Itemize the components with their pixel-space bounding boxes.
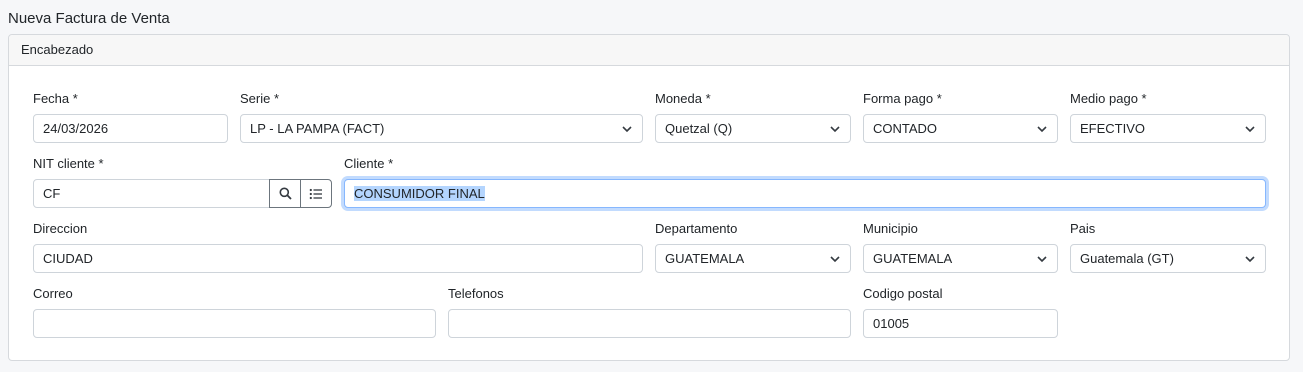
forma-pago-value: CONTADO bbox=[873, 121, 938, 136]
departamento-select[interactable]: GUATEMALA bbox=[655, 244, 851, 273]
page-title: Nueva Factura de Venta bbox=[8, 10, 170, 27]
list-icon bbox=[309, 188, 322, 199]
pais-select[interactable]: Guatemala (GT) bbox=[1070, 244, 1266, 273]
fecha-label: Fecha * bbox=[33, 91, 78, 106]
list-button[interactable] bbox=[300, 179, 332, 208]
medio-pago-value: EFECTIVO bbox=[1080, 121, 1146, 136]
municipio-label: Municipio bbox=[863, 221, 918, 236]
codigo-postal-label: Codigo postal bbox=[863, 286, 943, 301]
serie-label: Serie * bbox=[240, 91, 280, 106]
nit-label: NIT cliente * bbox=[33, 156, 104, 171]
chevron-down-icon bbox=[830, 126, 840, 133]
direccion-input[interactable]: CIUDAD bbox=[33, 244, 643, 273]
moneda-select[interactable]: Quetzal (Q) bbox=[655, 114, 851, 143]
chevron-down-icon bbox=[1245, 256, 1255, 263]
medio-pago-select[interactable]: EFECTIVO bbox=[1070, 114, 1266, 143]
departamento-value: GUATEMALA bbox=[665, 251, 745, 266]
pais-value: Guatemala (GT) bbox=[1080, 251, 1174, 266]
cliente-label: Cliente * bbox=[344, 156, 394, 171]
medio-pago-label: Medio pago * bbox=[1070, 91, 1147, 106]
section-header: Encabezado bbox=[9, 35, 1289, 66]
moneda-label: Moneda * bbox=[655, 91, 711, 106]
chevron-down-icon bbox=[1245, 126, 1255, 133]
cliente-input[interactable]: CONSUMIDOR FINAL bbox=[344, 179, 1266, 208]
forma-pago-label: Forma pago * bbox=[863, 91, 942, 106]
serie-select[interactable]: LP - LA PAMPA (FACT) bbox=[240, 114, 643, 143]
departamento-label: Departamento bbox=[655, 221, 738, 236]
correo-input[interactable] bbox=[33, 309, 436, 338]
search-button[interactable] bbox=[269, 179, 301, 208]
municipio-value: GUATEMALA bbox=[873, 251, 953, 266]
moneda-value: Quetzal (Q) bbox=[665, 121, 733, 136]
chevron-down-icon bbox=[622, 126, 632, 133]
cliente-value: CONSUMIDOR FINAL bbox=[354, 186, 485, 201]
search-icon bbox=[279, 187, 292, 200]
chevron-down-icon bbox=[1037, 256, 1047, 263]
telefonos-input[interactable] bbox=[448, 309, 851, 338]
codigo-postal-input[interactable]: 01005 bbox=[863, 309, 1058, 338]
chevron-down-icon bbox=[1037, 126, 1047, 133]
nit-input[interactable]: CF bbox=[33, 179, 270, 208]
telefonos-label: Telefonos bbox=[448, 286, 504, 301]
municipio-select[interactable]: GUATEMALA bbox=[863, 244, 1058, 273]
direccion-label: Direccion bbox=[33, 221, 88, 236]
chevron-down-icon bbox=[830, 256, 840, 263]
serie-value: LP - LA PAMPA (FACT) bbox=[250, 121, 385, 136]
forma-pago-select[interactable]: CONTADO bbox=[863, 114, 1058, 143]
pais-label: Pais bbox=[1070, 221, 1096, 236]
correo-label: Correo bbox=[33, 286, 73, 301]
fecha-input[interactable]: 24/03/2026 bbox=[33, 114, 228, 143]
